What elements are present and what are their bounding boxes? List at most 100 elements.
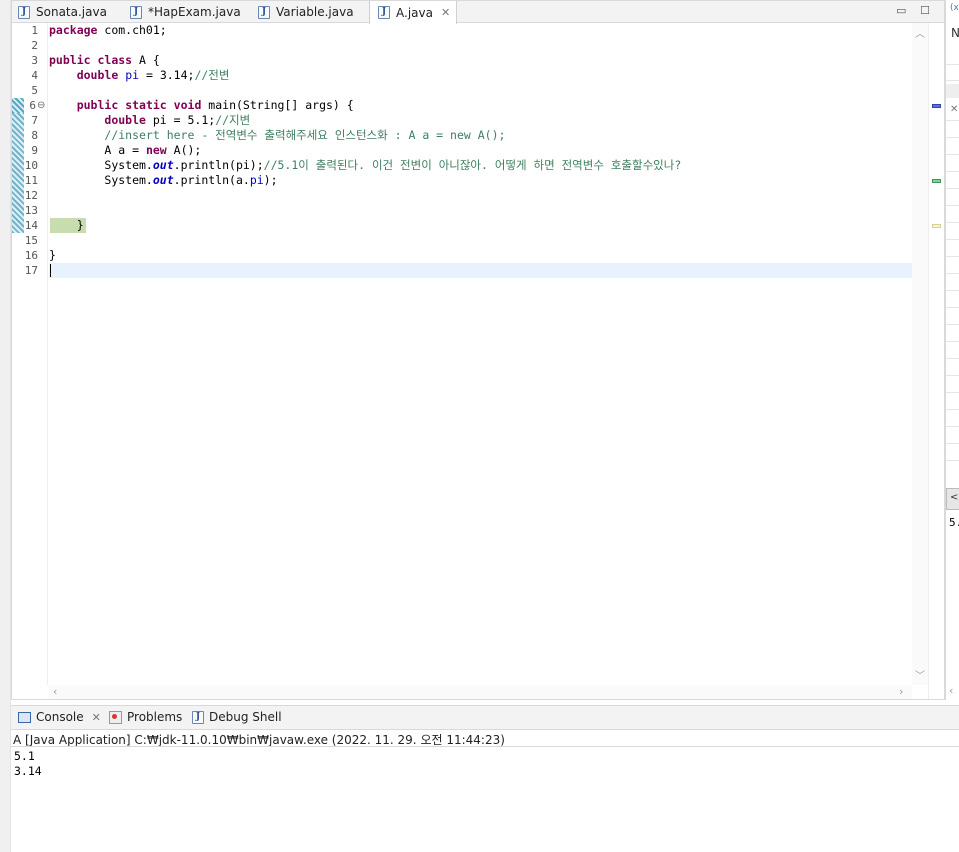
- occurrence-marker[interactable]: [932, 179, 941, 183]
- detail-pane-text: 5.: [949, 516, 959, 529]
- scroll-up-icon[interactable]: ︿: [915, 25, 925, 40]
- line-number: 1: [31, 24, 38, 37]
- side-row-divider: [946, 290, 959, 291]
- console-tab-bar: Console ✕ Problems J Debug Shell: [11, 706, 959, 730]
- side-row-divider: [946, 341, 959, 342]
- side-view-panel[interactable]: (x N ✕ < 5. ‹: [945, 0, 959, 700]
- vertical-scrollbar[interactable]: ︿ ﹀: [912, 23, 928, 685]
- line-number: 9: [31, 144, 38, 157]
- line-number: 3: [31, 54, 38, 67]
- side-row-divider: [946, 409, 959, 410]
- editor-tab-bar: J Sonata.java J *HapExam.java J Variable…: [12, 1, 944, 24]
- side-row-divider: [946, 375, 959, 376]
- console-divider: [11, 746, 959, 747]
- code-line: //insert here - 전역변수 출력해주세요 인스턴스화 : A a …: [104, 128, 506, 142]
- java-file-icon: J: [378, 6, 390, 19]
- console-output-line: 3.14: [14, 764, 42, 778]
- scroll-left-icon[interactable]: ‹: [53, 685, 57, 698]
- side-row-divider: [946, 171, 959, 172]
- maximize-button[interactable]: ☐: [920, 4, 930, 17]
- side-row-divider: [946, 358, 959, 359]
- code-line: double pi = 3.14;//전변: [76, 68, 230, 82]
- java-editor[interactable]: J Sonata.java J *HapExam.java J Variable…: [11, 0, 945, 700]
- code-line: package com.ch01;: [49, 23, 167, 37]
- line-number: 8: [31, 129, 38, 142]
- code-text-area[interactable]: package com.ch01; public class A { doubl…: [49, 23, 912, 685]
- line-number: 14: [24, 219, 38, 232]
- code-line: double pi = 5.1;//지변: [104, 113, 251, 127]
- tab-label: Variable.java: [276, 5, 354, 19]
- tab-console[interactable]: Console ✕: [18, 710, 101, 724]
- line-number: 13: [24, 204, 38, 217]
- line-number: 7: [31, 114, 38, 127]
- console-output-line: 5.1: [14, 749, 35, 763]
- tab-a-java[interactable]: J A.java ✕: [369, 1, 458, 24]
- tab-label: A.java: [396, 5, 433, 20]
- side-row-divider: [946, 256, 959, 257]
- bracket-marker[interactable]: [932, 224, 941, 228]
- occurrence-marker[interactable]: [932, 104, 941, 108]
- line-number: 4: [31, 69, 38, 82]
- overview-ruler[interactable]: [928, 23, 944, 699]
- scroll-left-button[interactable]: <: [946, 488, 959, 510]
- side-row-divider: [946, 64, 959, 65]
- tab-label: Console: [36, 710, 84, 724]
- line-number: 15: [24, 234, 38, 247]
- horizontal-scrollbar[interactable]: ‹ ›: [49, 685, 912, 699]
- line-number: 17: [24, 264, 38, 277]
- line-number: 10: [24, 159, 38, 172]
- side-view-selected-row[interactable]: [946, 84, 959, 98]
- fold-collapse-icon[interactable]: ⊖: [37, 98, 45, 113]
- side-row-divider: [946, 273, 959, 274]
- side-row-divider: [946, 222, 959, 223]
- side-row-divider: [946, 205, 959, 206]
- debug-shell-icon: J: [192, 710, 204, 724]
- java-file-icon: J: [130, 5, 142, 19]
- chevron-left-icon: <: [950, 492, 959, 503]
- column-header: N: [951, 26, 959, 40]
- code-line: A a = new A();: [104, 143, 202, 157]
- code-line: public class A {: [49, 53, 160, 67]
- tab-variable-java[interactable]: J Variable.java: [258, 1, 354, 23]
- tab-label: Problems: [127, 710, 183, 724]
- scroll-down-icon[interactable]: ﹀: [915, 667, 925, 682]
- line-number: 12: [24, 189, 38, 202]
- side-row-divider: [946, 426, 959, 427]
- text-caret: [50, 264, 51, 277]
- tab-hapexam-java[interactable]: J *HapExam.java: [130, 1, 241, 23]
- side-row-divider: [946, 392, 959, 393]
- left-trim-strip: [0, 0, 11, 852]
- code-line: System.out.println(pi);//5.1이 출력된다. 이건 전…: [104, 158, 682, 172]
- line-number: 16: [24, 249, 38, 262]
- variables-view-tab[interactable]: (x: [950, 3, 959, 13]
- code-line: }: [76, 218, 84, 232]
- java-file-icon: J: [18, 5, 30, 19]
- line-number: 2: [31, 39, 38, 52]
- console-panel[interactable]: Console ✕ Problems J Debug Shell A [Java…: [11, 705, 959, 852]
- close-icon[interactable]: ✕: [92, 711, 101, 724]
- side-row-divider: [946, 188, 959, 189]
- tab-label: Sonata.java: [36, 5, 107, 19]
- close-icon[interactable]: ✕: [441, 6, 450, 19]
- java-file-icon: J: [258, 5, 270, 19]
- code-line: }: [49, 248, 56, 262]
- side-row-divider: [946, 239, 959, 240]
- code-line: System.out.println(a.pi);: [104, 173, 278, 187]
- scroll-left-icon[interactable]: ‹: [949, 684, 953, 697]
- tab-label: *HapExam.java: [148, 5, 241, 19]
- side-row-divider: [946, 307, 959, 308]
- line-number: 11: [24, 174, 38, 187]
- side-row-divider: [946, 460, 959, 461]
- line-number-ruler: 1 2 3 4 5 6 ⊖ 7 8 9 10 11 12 13 14 15 16…: [12, 23, 48, 685]
- side-row-divider: [946, 443, 959, 444]
- tab-debug-shell[interactable]: J Debug Shell: [192, 710, 282, 724]
- close-icon[interactable]: ✕: [950, 104, 958, 115]
- side-row-divider: [946, 324, 959, 325]
- minimize-button[interactable]: ▭: [896, 4, 906, 17]
- console-icon: [18, 711, 31, 723]
- scroll-right-icon[interactable]: ›: [899, 685, 903, 698]
- tab-problems[interactable]: Problems: [109, 710, 182, 724]
- tab-sonata-java[interactable]: J Sonata.java: [18, 1, 107, 23]
- side-row-divider: [946, 80, 959, 81]
- side-row-divider: [946, 120, 959, 121]
